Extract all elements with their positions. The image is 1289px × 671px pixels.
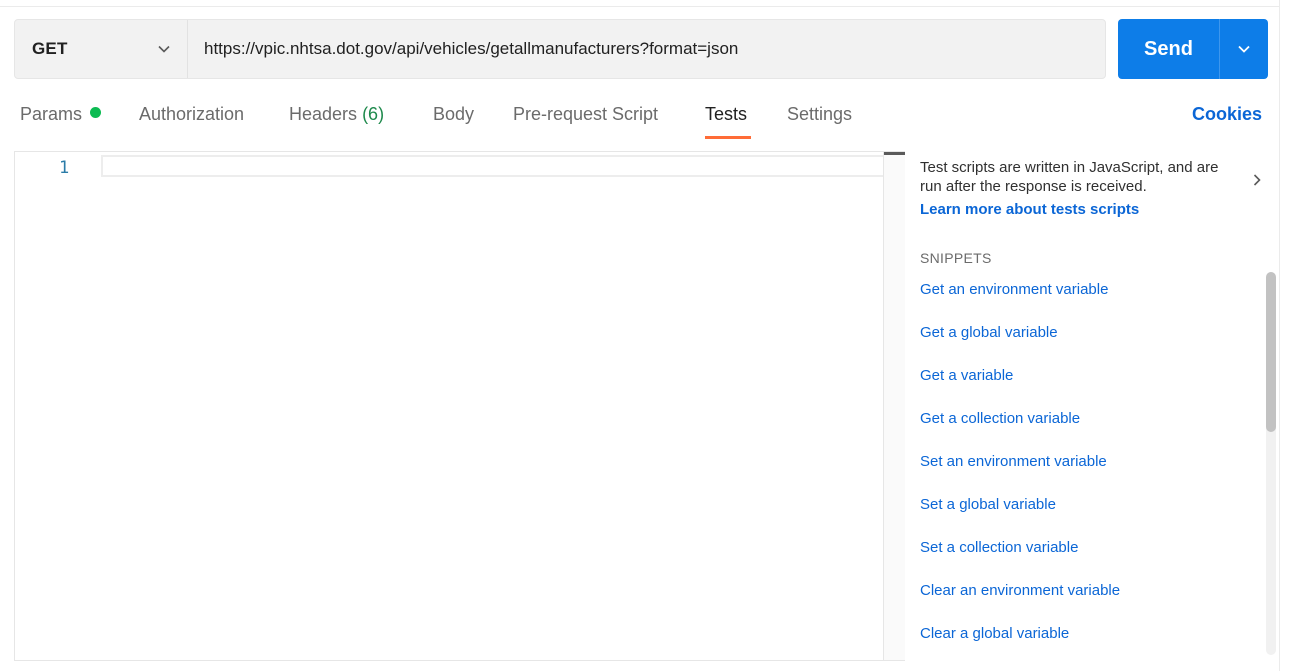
snippet-item[interactable]: Get a variable (920, 367, 1250, 410)
snippet-item[interactable]: Get a global variable (920, 324, 1250, 367)
chevron-down-icon (158, 45, 170, 53)
tests-description: Test scripts are written in JavaScript, … (920, 159, 1219, 195)
snippets-scrollbar-thumb[interactable] (1266, 272, 1276, 432)
learn-more-link[interactable]: Learn more about tests scripts (920, 201, 1139, 218)
snippet-item[interactable]: Get a collection variable (920, 410, 1250, 453)
send-options-button[interactable] (1220, 19, 1268, 79)
tab-headers[interactable]: Headers (6) (289, 104, 384, 125)
cookies-link[interactable]: Cookies (1192, 104, 1262, 125)
snippet-item[interactable]: Clear a global variable (920, 625, 1250, 668)
method-label: GET (32, 39, 68, 58)
tab-headers-label: Headers (289, 104, 358, 124)
snippet-item[interactable]: Set an environment variable (920, 453, 1250, 496)
chevron-down-icon (1238, 45, 1250, 53)
send-button[interactable]: Send (1118, 19, 1219, 79)
tests-script-editor[interactable]: 1 (14, 151, 905, 661)
tests-side-panel: Test scripts are written in JavaScript, … (920, 151, 1265, 666)
top-divider (0, 6, 1279, 7)
editor-scrollbar-thumb[interactable] (884, 152, 905, 155)
active-code-line[interactable] (101, 155, 902, 177)
editor-scrollbar[interactable] (883, 152, 905, 660)
snippets-scrollbar[interactable] (1266, 272, 1276, 655)
request-tabs: Params Authorization Headers (6) Body Pr… (0, 96, 1289, 139)
method-select[interactable]: GET (15, 20, 188, 78)
tab-params[interactable]: Params (20, 104, 102, 125)
line-number: 1 (59, 158, 70, 178)
snippets-heading: SNIPPETS (920, 250, 992, 266)
send-button-group: Send (1118, 19, 1268, 79)
url-input[interactable]: https://vpic.nhtsa.dot.gov/api/vehicles/… (188, 20, 1105, 78)
chevron-right-icon[interactable] (1250, 173, 1264, 187)
tab-params-label: Params (20, 104, 83, 124)
postman-request-view: GET https://vpic.nhtsa.dot.gov/api/vehic… (0, 0, 1289, 671)
tab-authorization[interactable]: Authorization (139, 104, 244, 125)
tab-body[interactable]: Body (433, 104, 474, 125)
snippet-item[interactable]: Get an environment variable (920, 281, 1250, 324)
snippet-item[interactable]: Set a collection variable (920, 539, 1250, 582)
params-indicator-dot (90, 107, 102, 118)
line-number-gutter: 1 (15, 152, 99, 660)
snippet-item[interactable]: Clear an environment variable (920, 582, 1250, 625)
tab-tests[interactable]: Tests (705, 104, 747, 125)
tab-settings[interactable]: Settings (787, 104, 852, 125)
tab-pre-request-script[interactable]: Pre-request Script (513, 104, 658, 125)
request-bar: GET https://vpic.nhtsa.dot.gov/api/vehic… (14, 19, 1106, 79)
snippet-list: Get an environment variable Get a global… (920, 281, 1250, 668)
snippet-item[interactable]: Set a global variable (920, 496, 1250, 539)
active-tab-underline (705, 136, 751, 139)
headers-count: (6) (362, 104, 385, 124)
